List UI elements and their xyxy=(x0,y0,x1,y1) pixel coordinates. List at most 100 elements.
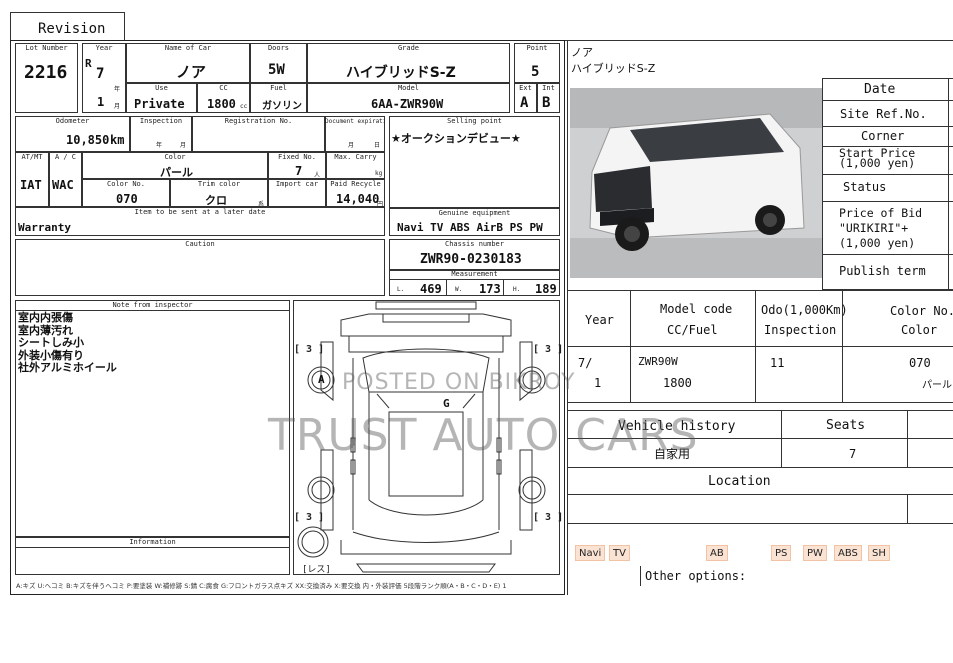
watermark-line2: TRUST AUTO CARS xyxy=(268,410,699,461)
doc-expiration-header: Document expiration xyxy=(325,118,385,125)
fuel-header: Fuel xyxy=(270,84,287,92)
meas-l: 469 xyxy=(420,282,442,296)
ext-value: A xyxy=(520,95,529,111)
option-tag-abs: ABS xyxy=(834,545,862,561)
int-header: Int xyxy=(542,84,555,92)
option-tag-tv: TV xyxy=(609,545,630,561)
caution-header: Caution xyxy=(185,240,215,248)
cc-header: CC xyxy=(219,84,228,92)
at-mt-value: IAT xyxy=(20,178,42,192)
doors-header: Doors xyxy=(267,44,290,52)
doc-day-unit: 日 xyxy=(374,142,381,149)
fixed-no-header: Fixed No. xyxy=(278,153,316,161)
tire-mark-rl: [ 3 ] xyxy=(294,512,325,523)
td-cc: 1800 xyxy=(663,376,692,390)
td-color: パール xyxy=(922,380,952,391)
year-unit: 年 xyxy=(114,86,121,93)
revision-label: Revision xyxy=(38,21,106,37)
fuel-value: ガソリン xyxy=(262,101,302,112)
option-tag-navi: Navi xyxy=(575,545,606,561)
td-year: 7/ xyxy=(578,356,593,370)
car-photo xyxy=(570,88,822,278)
grade-header: Grade xyxy=(397,44,420,52)
td-odo: 11 xyxy=(770,356,785,370)
name-of-car: ノア xyxy=(176,63,207,81)
color-value: パール xyxy=(160,166,193,179)
doors-value: 5W xyxy=(268,62,285,78)
selling-point-header: Selling point xyxy=(447,117,502,125)
cc-value: 1800 xyxy=(207,97,236,111)
th-cc-fuel: CC/Fuel xyxy=(667,323,718,337)
fixed-no-value: 7 xyxy=(295,164,303,178)
note-header: Note from inspector xyxy=(112,301,193,309)
model-header: Model xyxy=(397,84,420,92)
month-unit: 月 xyxy=(114,103,121,110)
fixed-no-unit: 人 xyxy=(314,172,321,179)
max-carry-header: Max. Carry xyxy=(334,153,377,161)
color-no-header: Color No. xyxy=(107,180,145,188)
td-model-code: ZWR90W xyxy=(638,355,678,368)
selling-point-text: ★オークションデビュー★ xyxy=(391,132,521,145)
note-line: シートしみ小 xyxy=(18,336,84,349)
genuine-equipment-value: Navi TV ABS AirB PS PW xyxy=(397,221,543,234)
year-header: Year xyxy=(95,44,113,52)
th-model-code: Model code xyxy=(660,302,733,316)
meas-h-label: H. xyxy=(513,286,521,293)
at-mt-header: AT/MT xyxy=(21,153,43,161)
odometer-header: Odometer xyxy=(55,117,90,125)
color-no-value: 070 xyxy=(116,192,138,206)
start-price-label: Start Price (1,000 yen) xyxy=(839,146,916,170)
td-month: 1 xyxy=(594,376,602,390)
seats-value: 7 xyxy=(849,447,857,461)
legend-text: A:キズ U:ヘコミ B:キズを伴うヘコミ P:要塗装 W:補修跡 S:錆 C:… xyxy=(16,582,507,590)
odometer-value: 10,850 xyxy=(66,133,110,147)
inspection-month-unit: 月 xyxy=(180,142,187,149)
note-line: 室内内張傷 xyxy=(18,311,73,324)
year-value: 7 xyxy=(96,66,105,82)
grade-value: ハイブリッドS-Z xyxy=(346,65,456,81)
damage-mark-g: G xyxy=(443,397,450,410)
int-value: B xyxy=(542,95,551,111)
meas-l-label: L. xyxy=(397,286,405,293)
status-label: Status xyxy=(843,180,887,194)
point-value: 5 xyxy=(531,64,540,80)
th-color-no: Color No. xyxy=(890,304,953,318)
date-label: Date xyxy=(864,82,896,97)
chassis-header: Chassis number xyxy=(444,240,504,248)
site-ref-label: Site Ref.No. xyxy=(840,107,927,121)
option-tag-sh: SH xyxy=(868,545,890,561)
cc-unit: cc xyxy=(240,103,248,110)
th-inspection: Inspection xyxy=(764,323,837,337)
information-header: Information xyxy=(129,538,176,546)
odometer-unit: km xyxy=(110,133,125,147)
a-c-header: A / C xyxy=(54,153,77,161)
month-value: 1 xyxy=(97,95,105,109)
name-of-car-header: Name of Car xyxy=(164,44,212,52)
publish-term-label: Publish term xyxy=(839,264,926,278)
meas-h: 189 xyxy=(535,282,557,296)
watermark-line1: POSTED ON BIKROY xyxy=(342,370,576,395)
option-tag-ab: AB xyxy=(706,545,728,561)
ext-header: Ext xyxy=(519,84,532,92)
chassis-value: ZWR90-0230183 xyxy=(420,252,522,267)
price-of-bid-label: Price of Bid "URIKIRI"+ (1,000 yen) xyxy=(839,206,923,250)
genuine-equipment-header: Genuine equipment xyxy=(438,209,511,217)
tire-mark-fr: [ 3 ] xyxy=(533,344,564,355)
model-value: 6AA-ZWR90W xyxy=(371,97,444,111)
option-tag-pw: PW xyxy=(803,545,827,561)
color-header: Color xyxy=(164,153,186,161)
doc-month-unit: 月 xyxy=(348,142,355,149)
point-header: Point xyxy=(526,44,548,52)
inspector-notes: 室内内張傷 室内薄汚れ シートしみ小 外装小傷有り 社外アルミホイール xyxy=(18,311,117,375)
th-odo: Odo(1,000Km) xyxy=(761,303,848,317)
warranty-text: Warranty xyxy=(18,221,71,234)
inspection-header: Inspection xyxy=(139,117,183,125)
corner-label: Corner xyxy=(861,129,905,143)
tire-mark-fl: [ 3 ] xyxy=(294,344,325,355)
item-later-header: Item to be sent at a later date xyxy=(134,208,266,216)
paid-recycle-header: Paid Recycle xyxy=(330,180,381,188)
measurement-header: Measurement xyxy=(451,270,498,278)
a-c-value: WAC xyxy=(52,178,74,192)
lot-number: 2216 xyxy=(24,62,68,83)
registration-header: Registration No. xyxy=(224,117,293,125)
